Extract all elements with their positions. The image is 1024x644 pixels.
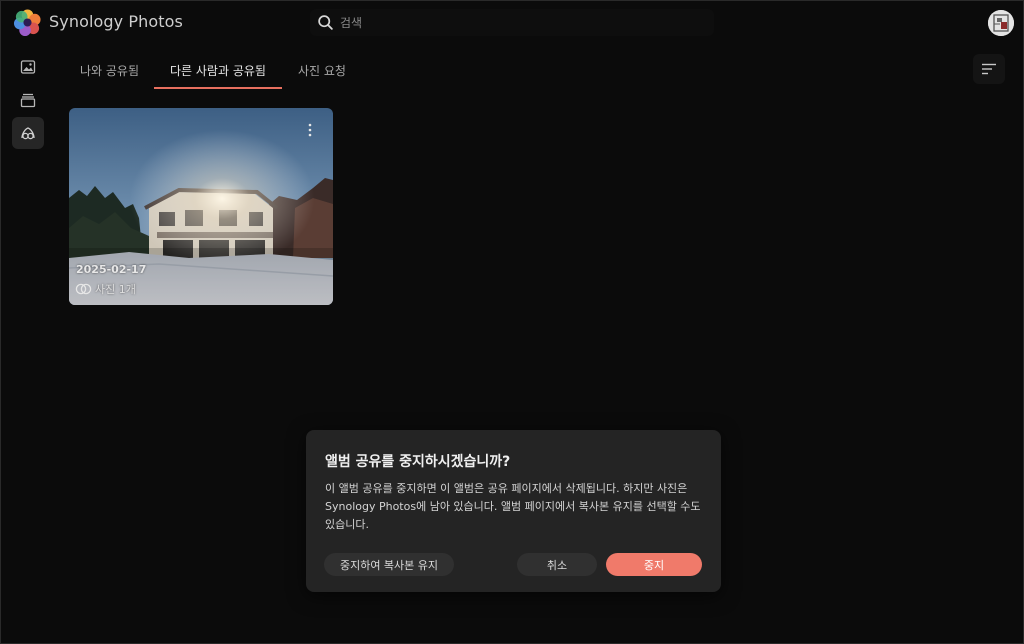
album-more-button[interactable] (300, 120, 320, 140)
search-box[interactable] (310, 9, 714, 36)
avatar-icon (988, 10, 1014, 36)
stop-button[interactable]: 중지 (606, 553, 702, 576)
album-date: 2025-02-17 (76, 263, 147, 276)
app-title: Synology Photos (49, 12, 183, 31)
header: Synology Photos (1, 1, 1023, 45)
sidebar-item-photos[interactable] (12, 51, 44, 83)
cancel-button[interactable]: 취소 (517, 553, 597, 576)
tab-photo-requests[interactable]: 사진 요청 (298, 62, 346, 79)
album-card[interactable]: 2025-02-17 사진 1개 (69, 108, 333, 305)
app-window: Synology Photos 검색 나와 공유됨 다른 사람과 공유됨 사진 … (0, 0, 1024, 644)
stop-sharing-dialog: 앨범 공유를 중지하시겠습니까? 이 앨범 공유를 중지하면 이 앨범은 공유 … (306, 430, 721, 592)
album-photo-count: 사진 1개 (95, 283, 136, 296)
active-tab-indicator (154, 87, 282, 89)
linked-circles-icon (75, 283, 92, 295)
search-input[interactable] (338, 12, 702, 34)
sidebar-item-shared[interactable] (12, 117, 44, 149)
more-vertical-icon (308, 123, 312, 137)
sort-icon (982, 63, 996, 75)
synology-photos-logo-icon[interactable] (13, 8, 42, 37)
tab-shared-with-me[interactable]: 나와 공유됨 (80, 62, 139, 79)
albums-icon (20, 93, 36, 108)
user-avatar[interactable] (988, 10, 1014, 36)
photo-icon (20, 60, 36, 74)
tab-shared-with-others[interactable]: 다른 사람과 공유됨 (170, 62, 266, 79)
sidebar-item-albums[interactable] (12, 84, 44, 116)
album-meta: 사진 1개 (75, 281, 136, 297)
dialog-title: 앨범 공유를 중지하시겠습니까? (325, 454, 511, 470)
shared-icon (21, 127, 35, 140)
search-icon (318, 15, 333, 30)
stop-and-keep-copy-button[interactable]: 중지하여 복사본 유지 (324, 553, 454, 576)
sort-button[interactable] (973, 54, 1005, 84)
dialog-message: 이 앨범 공유를 중지하면 이 앨범은 공유 페이지에서 삭제됩니다. 하지만 … (325, 482, 701, 531)
